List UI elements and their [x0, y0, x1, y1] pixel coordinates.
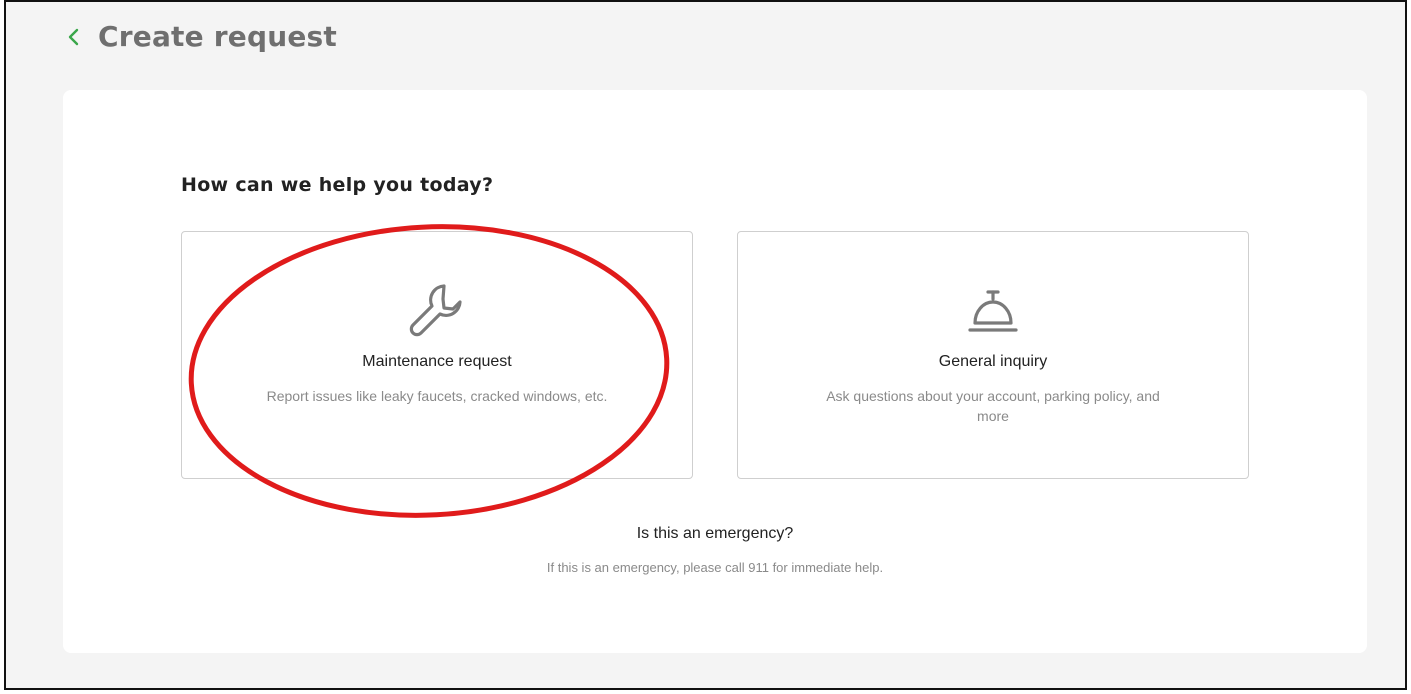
page-header: Create request [62, 20, 337, 53]
chevron-left-icon [68, 28, 79, 45]
emergency-text: If this is an emergency, please call 911… [546, 560, 884, 575]
option-description: Ask questions about your account, parkin… [826, 388, 1160, 424]
back-button[interactable] [62, 22, 84, 52]
option-title: Maintenance request [362, 353, 512, 370]
maintenance-request-option[interactable]: Maintenance request Report issues like l… [181, 231, 693, 479]
service-bell-icon [968, 290, 1018, 332]
general-inquiry-option[interactable]: General inquiry Ask questions about your… [737, 231, 1249, 479]
option-title: General inquiry [938, 353, 1048, 370]
wrench-icon [409, 284, 462, 337]
page-title: Create request [98, 20, 337, 53]
app-window: Create request How can we help you today… [4, 0, 1407, 690]
option-description: Report issues like leaky faucets, cracke… [266, 388, 608, 404]
request-card: How can we help you today? Maintenance r… [63, 90, 1367, 653]
help-question: How can we help you today? [181, 174, 494, 196]
emergency-heading: Is this an emergency? [636, 525, 794, 542]
